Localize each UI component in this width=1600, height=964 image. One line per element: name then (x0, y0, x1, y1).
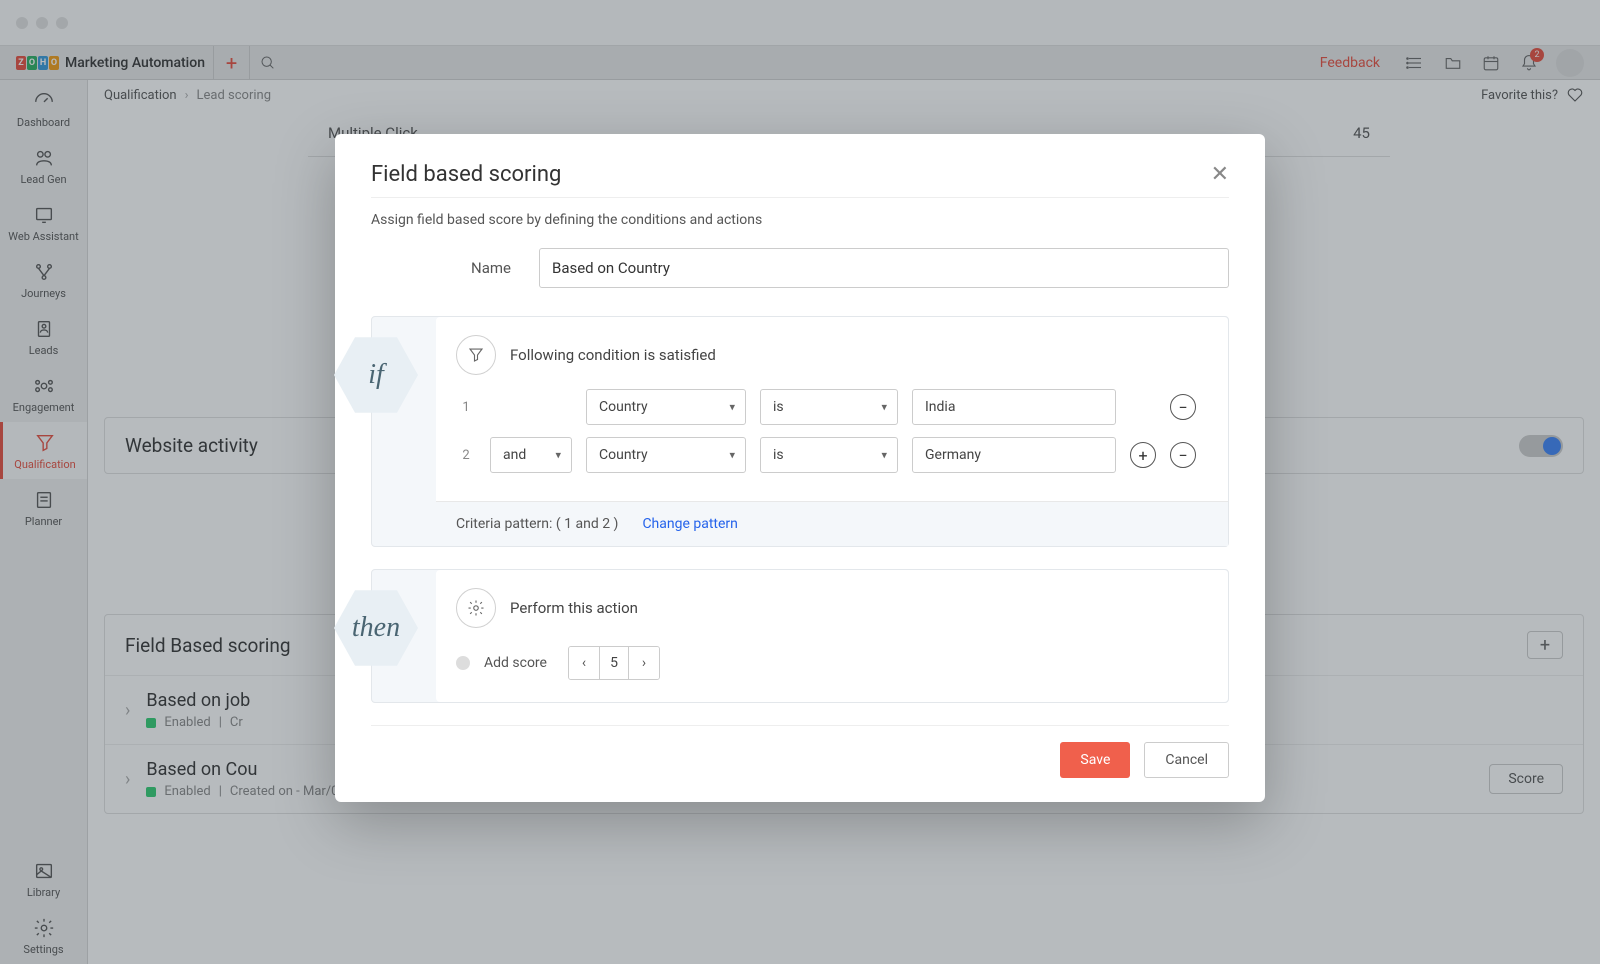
filter-icon (456, 335, 496, 375)
condition-heading: Following condition is satisfied (510, 346, 716, 364)
modal-title: Field based scoring (371, 162, 561, 187)
cancel-button[interactable]: Cancel (1144, 742, 1229, 778)
field-scoring-modal: Field based scoring ✕ Assign field based… (335, 134, 1265, 802)
increment-button[interactable]: › (629, 647, 659, 679)
condition-row-1: 1 Country▾ is▾ − (456, 389, 1208, 425)
chevron-down-icon: ▾ (881, 401, 887, 414)
if-block: if Following condition is satisfied 1 Co… (371, 316, 1229, 547)
operator-select[interactable]: is▾ (760, 389, 898, 425)
then-hexagon: then (334, 586, 418, 670)
radio-icon[interactable] (456, 656, 470, 670)
score-value: 5 (599, 647, 629, 679)
operator-select[interactable]: is▾ (760, 437, 898, 473)
score-stepper: ‹ 5 › (568, 646, 660, 680)
chevron-down-icon: ▾ (729, 449, 735, 462)
add-condition-button[interactable]: + (1130, 442, 1156, 468)
name-label: Name (471, 259, 511, 277)
chevron-down-icon: ▾ (555, 449, 561, 462)
action-label: Add score (484, 655, 554, 671)
gear-icon (456, 588, 496, 628)
remove-condition-button[interactable]: − (1170, 394, 1196, 420)
then-block: then Perform this action Add score ‹ 5 › (371, 569, 1229, 703)
chevron-down-icon: ▾ (881, 449, 887, 462)
logic-select[interactable]: and▾ (490, 437, 572, 473)
modal-subtitle: Assign field based score by defining the… (371, 197, 1229, 248)
condition-number: 1 (456, 400, 476, 415)
condition-row-2: 2 and▾ Country▾ is▾ + − (456, 437, 1208, 473)
value-input[interactable] (912, 437, 1116, 473)
condition-number: 2 (456, 448, 476, 463)
name-input[interactable] (539, 248, 1229, 288)
close-button[interactable]: ✕ (1211, 162, 1229, 187)
chevron-down-icon: ▾ (729, 401, 735, 414)
if-label: if (368, 359, 384, 391)
if-hexagon: if (334, 333, 418, 417)
criteria-pattern-label: Criteria pattern: ( 1 and 2 ) (456, 516, 618, 532)
then-label: then (352, 612, 400, 644)
decrement-button[interactable]: ‹ (569, 647, 599, 679)
modal-overlay: Field based scoring ✕ Assign field based… (0, 0, 1600, 964)
change-pattern-link[interactable]: Change pattern (642, 516, 737, 532)
field-select[interactable]: Country▾ (586, 389, 746, 425)
save-button[interactable]: Save (1060, 742, 1130, 778)
remove-condition-button[interactable]: − (1170, 442, 1196, 468)
field-select[interactable]: Country▾ (586, 437, 746, 473)
value-input[interactable] (912, 389, 1116, 425)
action-heading: Perform this action (510, 599, 638, 617)
